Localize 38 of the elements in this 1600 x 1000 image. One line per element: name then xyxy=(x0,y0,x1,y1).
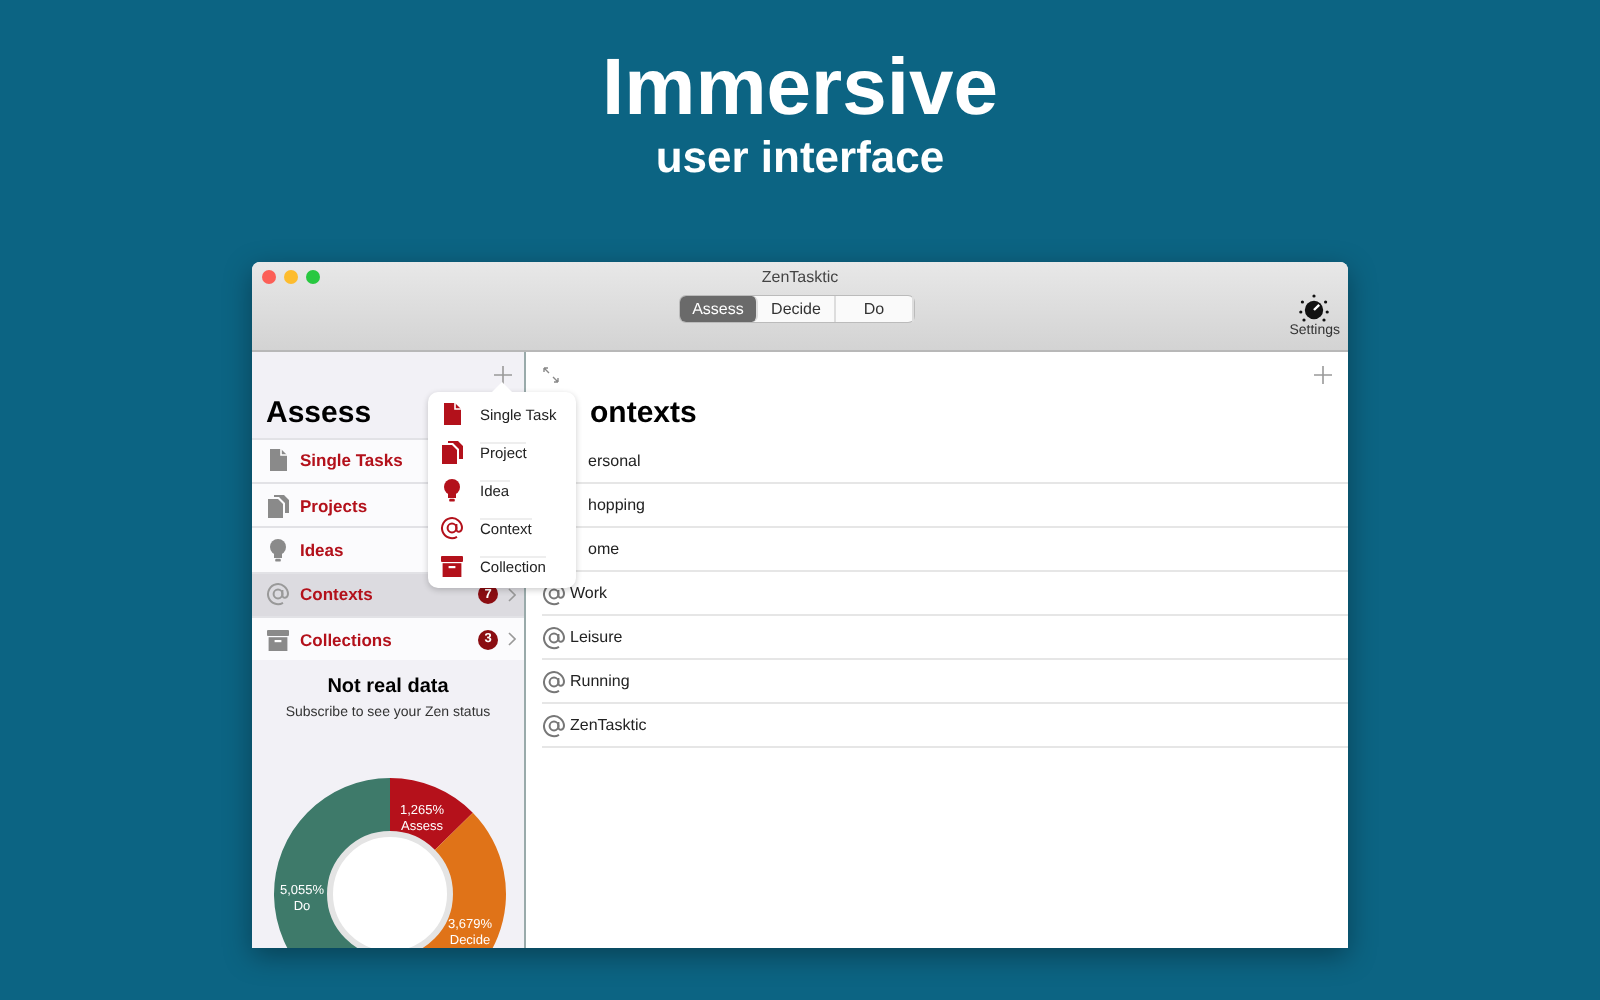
minimize-button[interactable] xyxy=(284,270,298,284)
context-row[interactable]: Running xyxy=(570,672,630,690)
archive-box-icon xyxy=(266,627,290,652)
context-row[interactable]: ZenTasktic xyxy=(570,716,647,734)
document-icon xyxy=(440,402,464,427)
context-row[interactable]: ersonal xyxy=(588,452,641,470)
lightbulb-icon xyxy=(440,477,464,502)
at-sign-icon xyxy=(542,669,566,693)
add-icon[interactable] xyxy=(494,365,512,384)
page-title: ontexts xyxy=(590,396,699,432)
segment-tab[interactable]: Do xyxy=(836,296,914,322)
context-row[interactable]: Work xyxy=(570,584,608,602)
chevron-icon xyxy=(508,632,516,647)
context-row[interactable]: ome xyxy=(588,540,620,558)
at-sign-icon xyxy=(440,515,464,540)
sidebar-title: Assess xyxy=(266,395,372,432)
segment-tab[interactable]: Assess xyxy=(680,296,758,322)
hero-subtitle: user interface xyxy=(655,132,945,184)
context-row[interactable]: hopping xyxy=(588,496,645,514)
at-sign-icon xyxy=(542,625,566,649)
document-icon xyxy=(266,448,290,473)
add-icon[interactable] xyxy=(1314,366,1332,384)
chevron-icon xyxy=(508,587,516,602)
archive-box-icon xyxy=(440,553,464,578)
settings-knob-icon[interactable] xyxy=(1298,294,1331,322)
hero-title: Immersive xyxy=(602,42,998,136)
zoom-button[interactable] xyxy=(306,270,320,284)
context-row[interactable]: Leisure xyxy=(570,628,623,646)
at-sign-icon xyxy=(542,713,566,737)
close-button[interactable] xyxy=(262,270,276,284)
documents-icon xyxy=(440,440,464,465)
at-sign-icon xyxy=(266,582,290,607)
collapse-icon[interactable] xyxy=(542,366,560,384)
window-title: ZenTasktic xyxy=(761,268,839,286)
documents-icon xyxy=(266,493,290,518)
status-title: Not real data xyxy=(327,676,449,699)
segment-tab[interactable]: Decide xyxy=(758,296,836,322)
lightbulb-icon xyxy=(266,537,290,562)
